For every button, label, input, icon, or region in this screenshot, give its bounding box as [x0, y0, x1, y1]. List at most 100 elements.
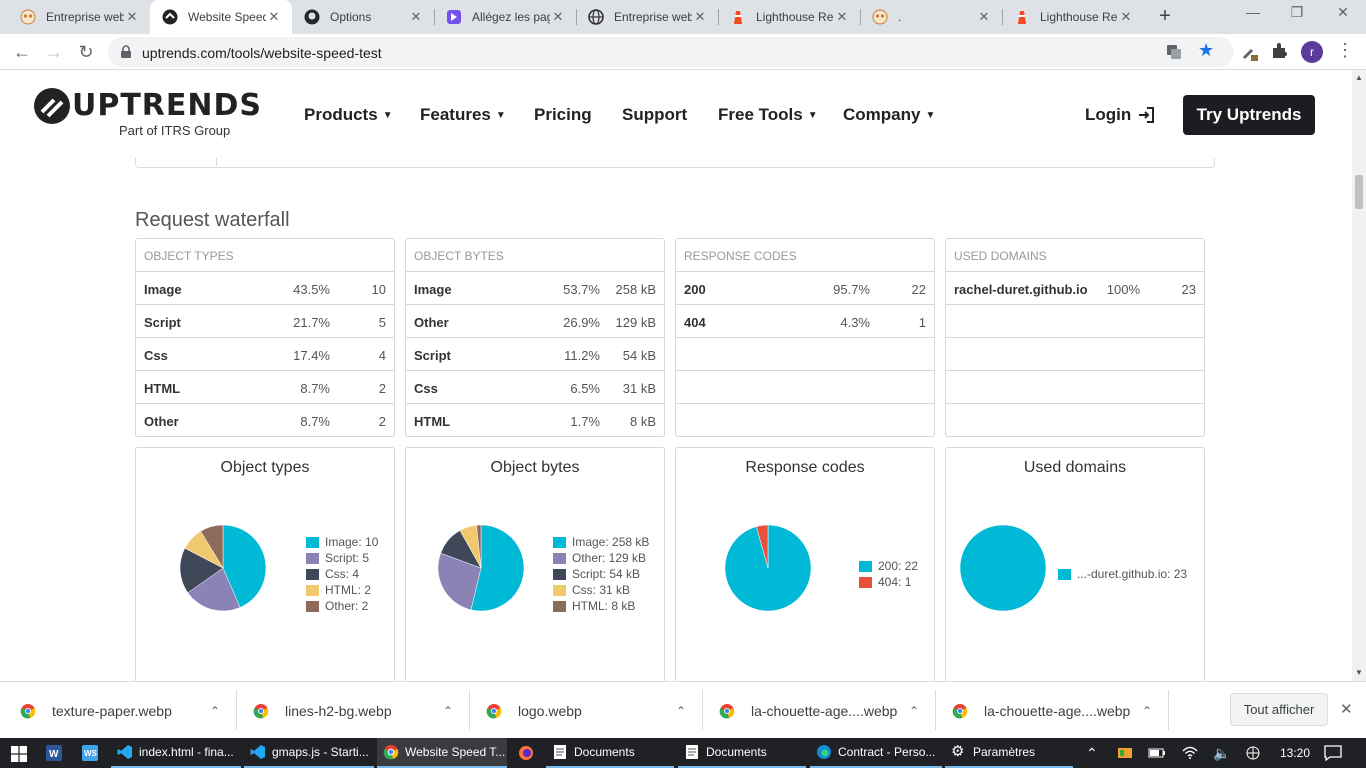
tab-entreprise-web-2[interactable]: Entreprise web ✕: [576, 0, 718, 34]
close-downloads-icon[interactable]: ✕: [1340, 700, 1353, 718]
notification-center-icon[interactable]: [1324, 738, 1342, 768]
page-scrollbar[interactable]: ▲ ▼: [1352, 70, 1366, 681]
nav-company[interactable]: Company ▼: [843, 105, 935, 125]
chevron-up-icon[interactable]: ⌃: [443, 704, 453, 718]
legend-item[interactable]: 200: 22: [859, 558, 918, 574]
taskbar-documents-1[interactable]: Documents: [546, 738, 674, 768]
pie-slice-rachel-duret-github-io[interactable]: [959, 524, 1047, 612]
close-icon[interactable]: ✕: [266, 9, 282, 25]
legend-item[interactable]: Other: 2: [306, 598, 378, 614]
extensions-puzzle-icon[interactable]: [1271, 42, 1289, 60]
tray-language-icon[interactable]: [1245, 738, 1261, 768]
address-bar[interactable]: uptrends.com/tools/website-speed-test ★: [108, 37, 1234, 67]
globe-favicon-icon: [588, 9, 604, 25]
tray-volume-icon[interactable]: 🔈: [1213, 738, 1230, 768]
tab-entreprise-web[interactable]: Entreprise web ✕: [8, 0, 150, 34]
scroll-up-icon[interactable]: ▲: [1355, 73, 1363, 82]
scrollbar-thumb[interactable]: [1355, 175, 1363, 209]
bookmark-star-icon[interactable]: ★: [1198, 40, 1214, 61]
url-text[interactable]: uptrends.com/tools/website-speed-test: [142, 45, 382, 61]
close-icon[interactable]: ✕: [408, 9, 424, 25]
close-icon[interactable]: ✕: [124, 9, 140, 25]
legend-item[interactable]: Other: 129 kB: [553, 550, 649, 566]
download-item[interactable]: lines-h2-bg.webp ⌃: [253, 682, 453, 739]
document-icon: [554, 745, 566, 759]
chevron-down-icon: ▼: [382, 109, 393, 121]
close-icon[interactable]: ✕: [834, 9, 850, 25]
tab-lighthouse-2[interactable]: Lighthouse Rep ✕: [1002, 0, 1144, 34]
chevron-up-icon[interactable]: ⌃: [909, 704, 919, 718]
download-filename: la-chouette-age....webp: [984, 702, 1131, 719]
reload-icon[interactable]: ↻: [74, 40, 98, 64]
scroll-down-icon[interactable]: ▼: [1355, 668, 1363, 677]
menu-kebab-icon[interactable]: ⋮: [1336, 40, 1354, 61]
taskbar-settings[interactable]: ⚙ Paramètres: [945, 738, 1073, 768]
tray-clock[interactable]: 13:20: [1280, 738, 1310, 768]
restore-icon[interactable]: ❐: [1282, 4, 1312, 21]
minimize-icon[interactable]: —: [1238, 4, 1268, 20]
forward-icon[interactable]: →: [42, 40, 66, 64]
table-row: [946, 305, 1204, 338]
legend-item[interactable]: Script: 5: [306, 550, 378, 566]
legend-item[interactable]: Css: 4: [306, 566, 378, 582]
eyedropper-extension-icon[interactable]: [1240, 42, 1260, 62]
back-icon[interactable]: ←: [10, 40, 34, 64]
login-link[interactable]: Login: [1085, 105, 1155, 125]
legend-item[interactable]: 404: 1: [859, 574, 918, 590]
nav-features[interactable]: Features ▼: [420, 105, 506, 125]
chevron-up-icon[interactable]: ⌃: [1142, 704, 1152, 718]
taskbar-edge[interactable]: Contract - Perso...: [810, 738, 942, 768]
legend-item[interactable]: ...-duret.github.io: 23: [1058, 566, 1187, 582]
chevron-up-icon[interactable]: ⌃: [210, 704, 220, 718]
tray-wifi-icon[interactable]: [1182, 738, 1198, 768]
lock-icon: [121, 45, 131, 58]
close-icon[interactable]: ✕: [976, 9, 992, 25]
download-item[interactable]: la-chouette-age....webp ⌃: [952, 682, 1152, 739]
uptrends-logo[interactable]: UPTRENDS Part of ITRS Group: [34, 88, 261, 138]
tray-app-icon[interactable]: [1117, 738, 1133, 768]
taskbar-vscode-gmaps[interactable]: gmaps.js - Starti...: [244, 738, 374, 768]
legend-item[interactable]: Image: 258 kB: [553, 534, 649, 550]
close-icon[interactable]: ✕: [692, 9, 708, 25]
windows-start-icon[interactable]: [11, 746, 27, 762]
nav-support[interactable]: Support: [622, 105, 687, 125]
tab-allegez[interactable]: Allégez les pag ✕: [434, 0, 576, 34]
tray-chevron-icon[interactable]: ⌃: [1086, 738, 1098, 768]
translate-icon[interactable]: [1166, 44, 1182, 60]
legend-item[interactable]: HTML: 2: [306, 582, 378, 598]
table-row: [946, 404, 1204, 437]
close-icon[interactable]: ✕: [550, 9, 566, 25]
taskbar-word[interactable]: W: [40, 738, 76, 768]
taskbar-chrome[interactable]: Website Speed T...: [377, 738, 507, 768]
download-item[interactable]: logo.webp ⌃: [486, 682, 686, 739]
taskbar-documents-2[interactable]: Documents: [678, 738, 806, 768]
window-close-icon[interactable]: ✕: [1328, 4, 1358, 21]
tab-website-speed[interactable]: Website Speed ✕: [150, 0, 292, 34]
chart-title: Used domains: [1023, 459, 1127, 476]
legend-item[interactable]: Script: 54 kB: [553, 566, 649, 582]
row-label: HTML: [144, 381, 181, 396]
show-all-downloads-button[interactable]: Tout afficher: [1230, 693, 1328, 726]
tab-options[interactable]: Options ✕: [292, 0, 434, 34]
logo-wordmark: UPTRENDS: [72, 88, 263, 123]
download-item[interactable]: la-chouette-age....webp ⌃: [719, 682, 919, 739]
download-item[interactable]: texture-paper.webp ⌃: [20, 682, 220, 739]
taskbar-firefox[interactable]: [512, 738, 548, 768]
legend-item[interactable]: Image: 10: [306, 534, 378, 550]
chart-legend: Image: 10 Script: 5 Css: 4 HTML: 2 Other: 2: [306, 534, 378, 614]
nav-free-tools[interactable]: Free Tools ▼: [718, 105, 818, 125]
new-tab-button[interactable]: +: [1155, 5, 1175, 29]
profile-avatar[interactable]: r: [1301, 41, 1323, 63]
taskbar-word-alt[interactable]: WS: [76, 738, 112, 768]
try-uptrends-button[interactable]: Try Uptrends: [1183, 95, 1315, 135]
tab-lighthouse-1[interactable]: Lighthouse Rep ✕: [718, 0, 860, 34]
chevron-up-icon[interactable]: ⌃: [676, 704, 686, 718]
nav-pricing[interactable]: Pricing: [534, 105, 592, 125]
close-icon[interactable]: ✕: [1118, 9, 1134, 25]
taskbar-vscode-index[interactable]: index.html - fina...: [111, 738, 241, 768]
tab-dot[interactable]: . ✕: [860, 0, 1002, 34]
legend-item[interactable]: HTML: 8 kB: [553, 598, 649, 614]
legend-item[interactable]: Css: 31 kB: [553, 582, 649, 598]
nav-products[interactable]: Products ▼: [304, 105, 393, 125]
tray-battery-icon[interactable]: [1148, 738, 1166, 768]
